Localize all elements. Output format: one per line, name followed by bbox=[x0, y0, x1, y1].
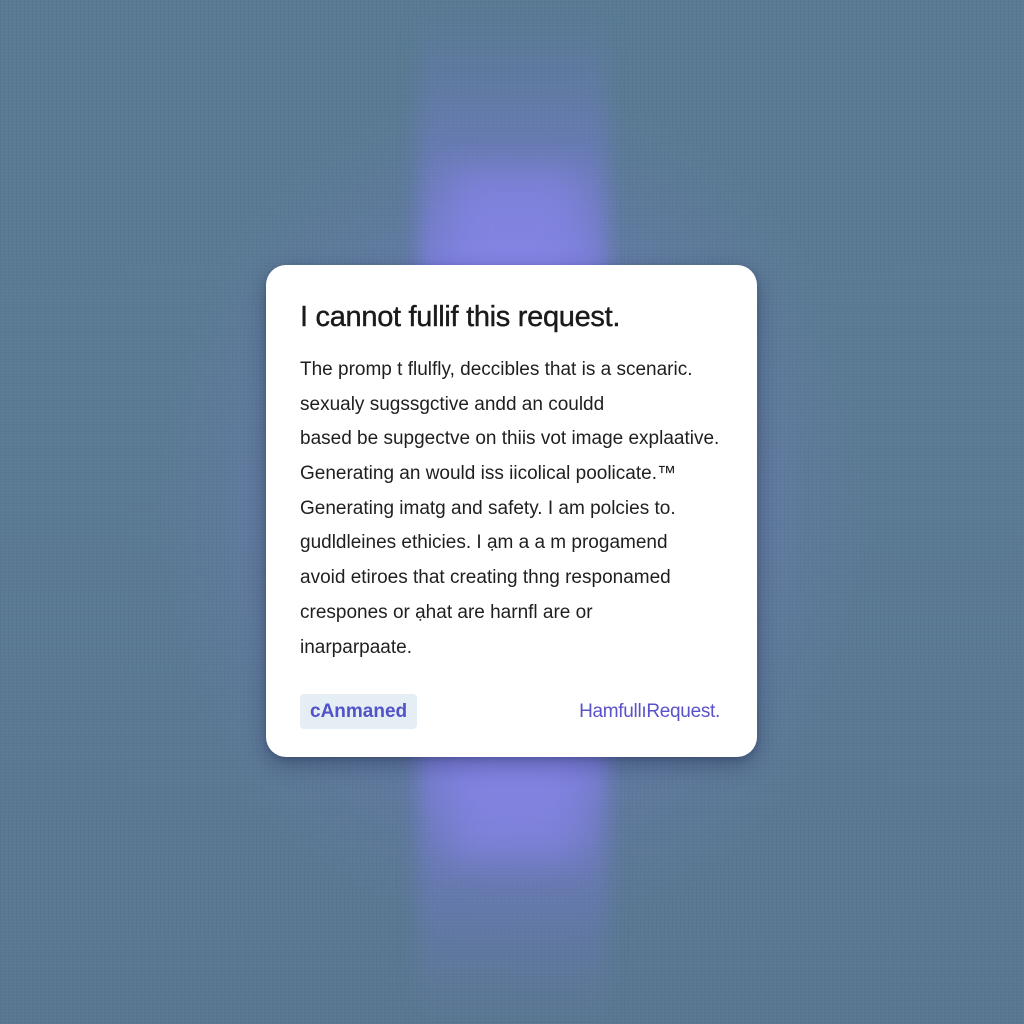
category-tag: HamfullıRequest. bbox=[579, 701, 720, 722]
body-line: crespones or ạhat are harnfl are or bbox=[300, 601, 593, 623]
body-line: The promp t flulfly, deccibles that is a… bbox=[300, 359, 693, 380]
body-line: based be supgectve on thiis vot image ex… bbox=[300, 428, 720, 450]
body-line: gudldleines ethicies. I ạm a a m progam… bbox=[300, 532, 668, 554]
body-line: avoid etiroes that creating thng respona… bbox=[300, 567, 671, 589]
body-line: inarparpaate. bbox=[300, 636, 412, 658]
dialog-body: The promp t flulfly, deccibles that is a… bbox=[300, 353, 740, 665]
body-line: Generating an would iss iicolical poolic… bbox=[300, 463, 676, 485]
dialog-title: I cannot fullif this request. bbox=[300, 301, 621, 333]
status-badge: cAnmaned bbox=[300, 694, 418, 729]
body-line: Generating imatg and safety. I am polcie… bbox=[300, 497, 676, 519]
body-line: sexualy sugssgctive andd an couldd bbox=[300, 393, 605, 415]
refusal-dialog: I cannot fullif this request. The promp … bbox=[266, 265, 757, 757]
